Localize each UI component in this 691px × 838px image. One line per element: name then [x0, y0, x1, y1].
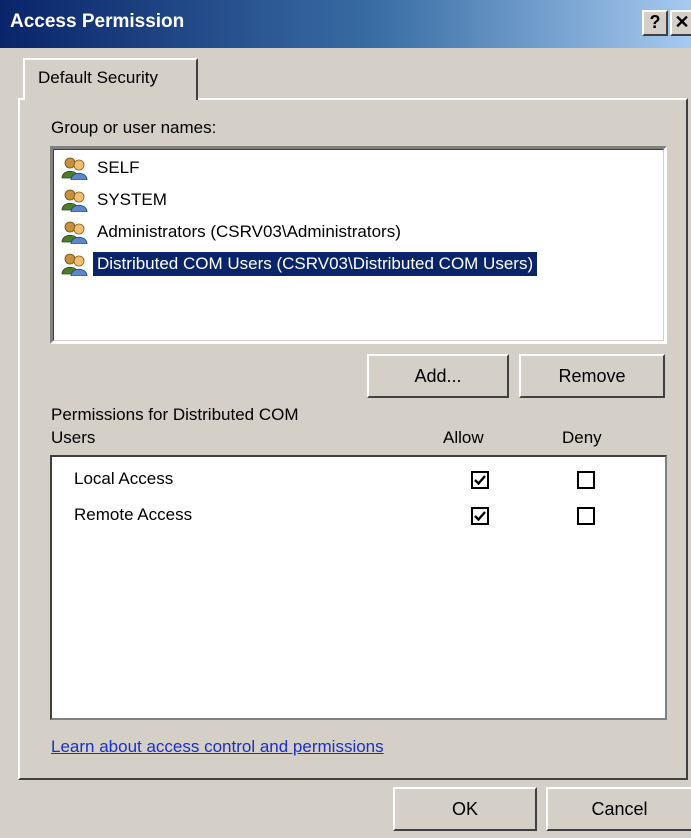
list-item[interactable]: Administrators (CSRV03\Administrators) [61, 217, 405, 247]
remove-button[interactable]: Remove [519, 354, 665, 398]
group-or-user-names-label: Group or user names: [51, 118, 217, 137]
deny-checkbox[interactable] [577, 471, 595, 489]
deny-checkbox[interactable] [577, 507, 595, 525]
list-item[interactable]: SELF [61, 153, 144, 183]
group-user-listbox[interactable]: SELF SYSTEM Administrators (CSRV03\Adminis… [50, 146, 667, 344]
permission-name: Remote Access [74, 505, 193, 524]
allow-checkbox[interactable] [471, 471, 489, 489]
permissions-list: Local Access Remote Access [50, 455, 667, 720]
ok-button[interactable]: OK [393, 787, 537, 831]
users-icon [61, 220, 89, 245]
allow-checkbox[interactable] [471, 507, 489, 525]
list-item[interactable]: Distributed COM Users (CSRV03\Distribute… [61, 249, 538, 279]
title-bar[interactable]: Access Permission ? ✕ [0, 0, 691, 48]
deny-column-header: Deny [562, 428, 602, 447]
list-item-label: Administrators (CSRV03\Administrators) [97, 222, 401, 241]
help-button[interactable]: ? [642, 10, 668, 36]
cancel-button[interactable]: Cancel [546, 787, 691, 831]
close-button[interactable]: ✕ [670, 10, 691, 36]
list-item[interactable]: SYSTEM [61, 185, 171, 215]
close-icon: ✕ [674, 12, 690, 32]
learn-more-link[interactable]: Learn about access control and permissio… [51, 737, 384, 757]
users-icon [61, 188, 89, 213]
list-item-label: Distributed COM Users (CSRV03\Distribute… [93, 252, 538, 276]
users-icon [61, 252, 89, 277]
permission-name: Local Access [74, 469, 174, 488]
list-item-label: SELF [97, 158, 140, 177]
users-icon [61, 156, 89, 181]
tab-label: Default Security [38, 68, 158, 87]
permissions-label-line2: Users [51, 428, 96, 447]
allow-column-header: Allow [443, 428, 484, 447]
window-title: Access Permission [10, 11, 185, 32]
tab-default-security[interactable]: Default Security [23, 58, 198, 100]
permissions-label-line1: Permissions for Distributed COM [51, 405, 299, 424]
list-item-label: SYSTEM [97, 190, 167, 209]
access-permission-dialog: Access Permission ? ✕ Default Security G… [0, 0, 691, 838]
help-icon: ? [649, 12, 661, 32]
add-button[interactable]: Add... [367, 354, 509, 398]
